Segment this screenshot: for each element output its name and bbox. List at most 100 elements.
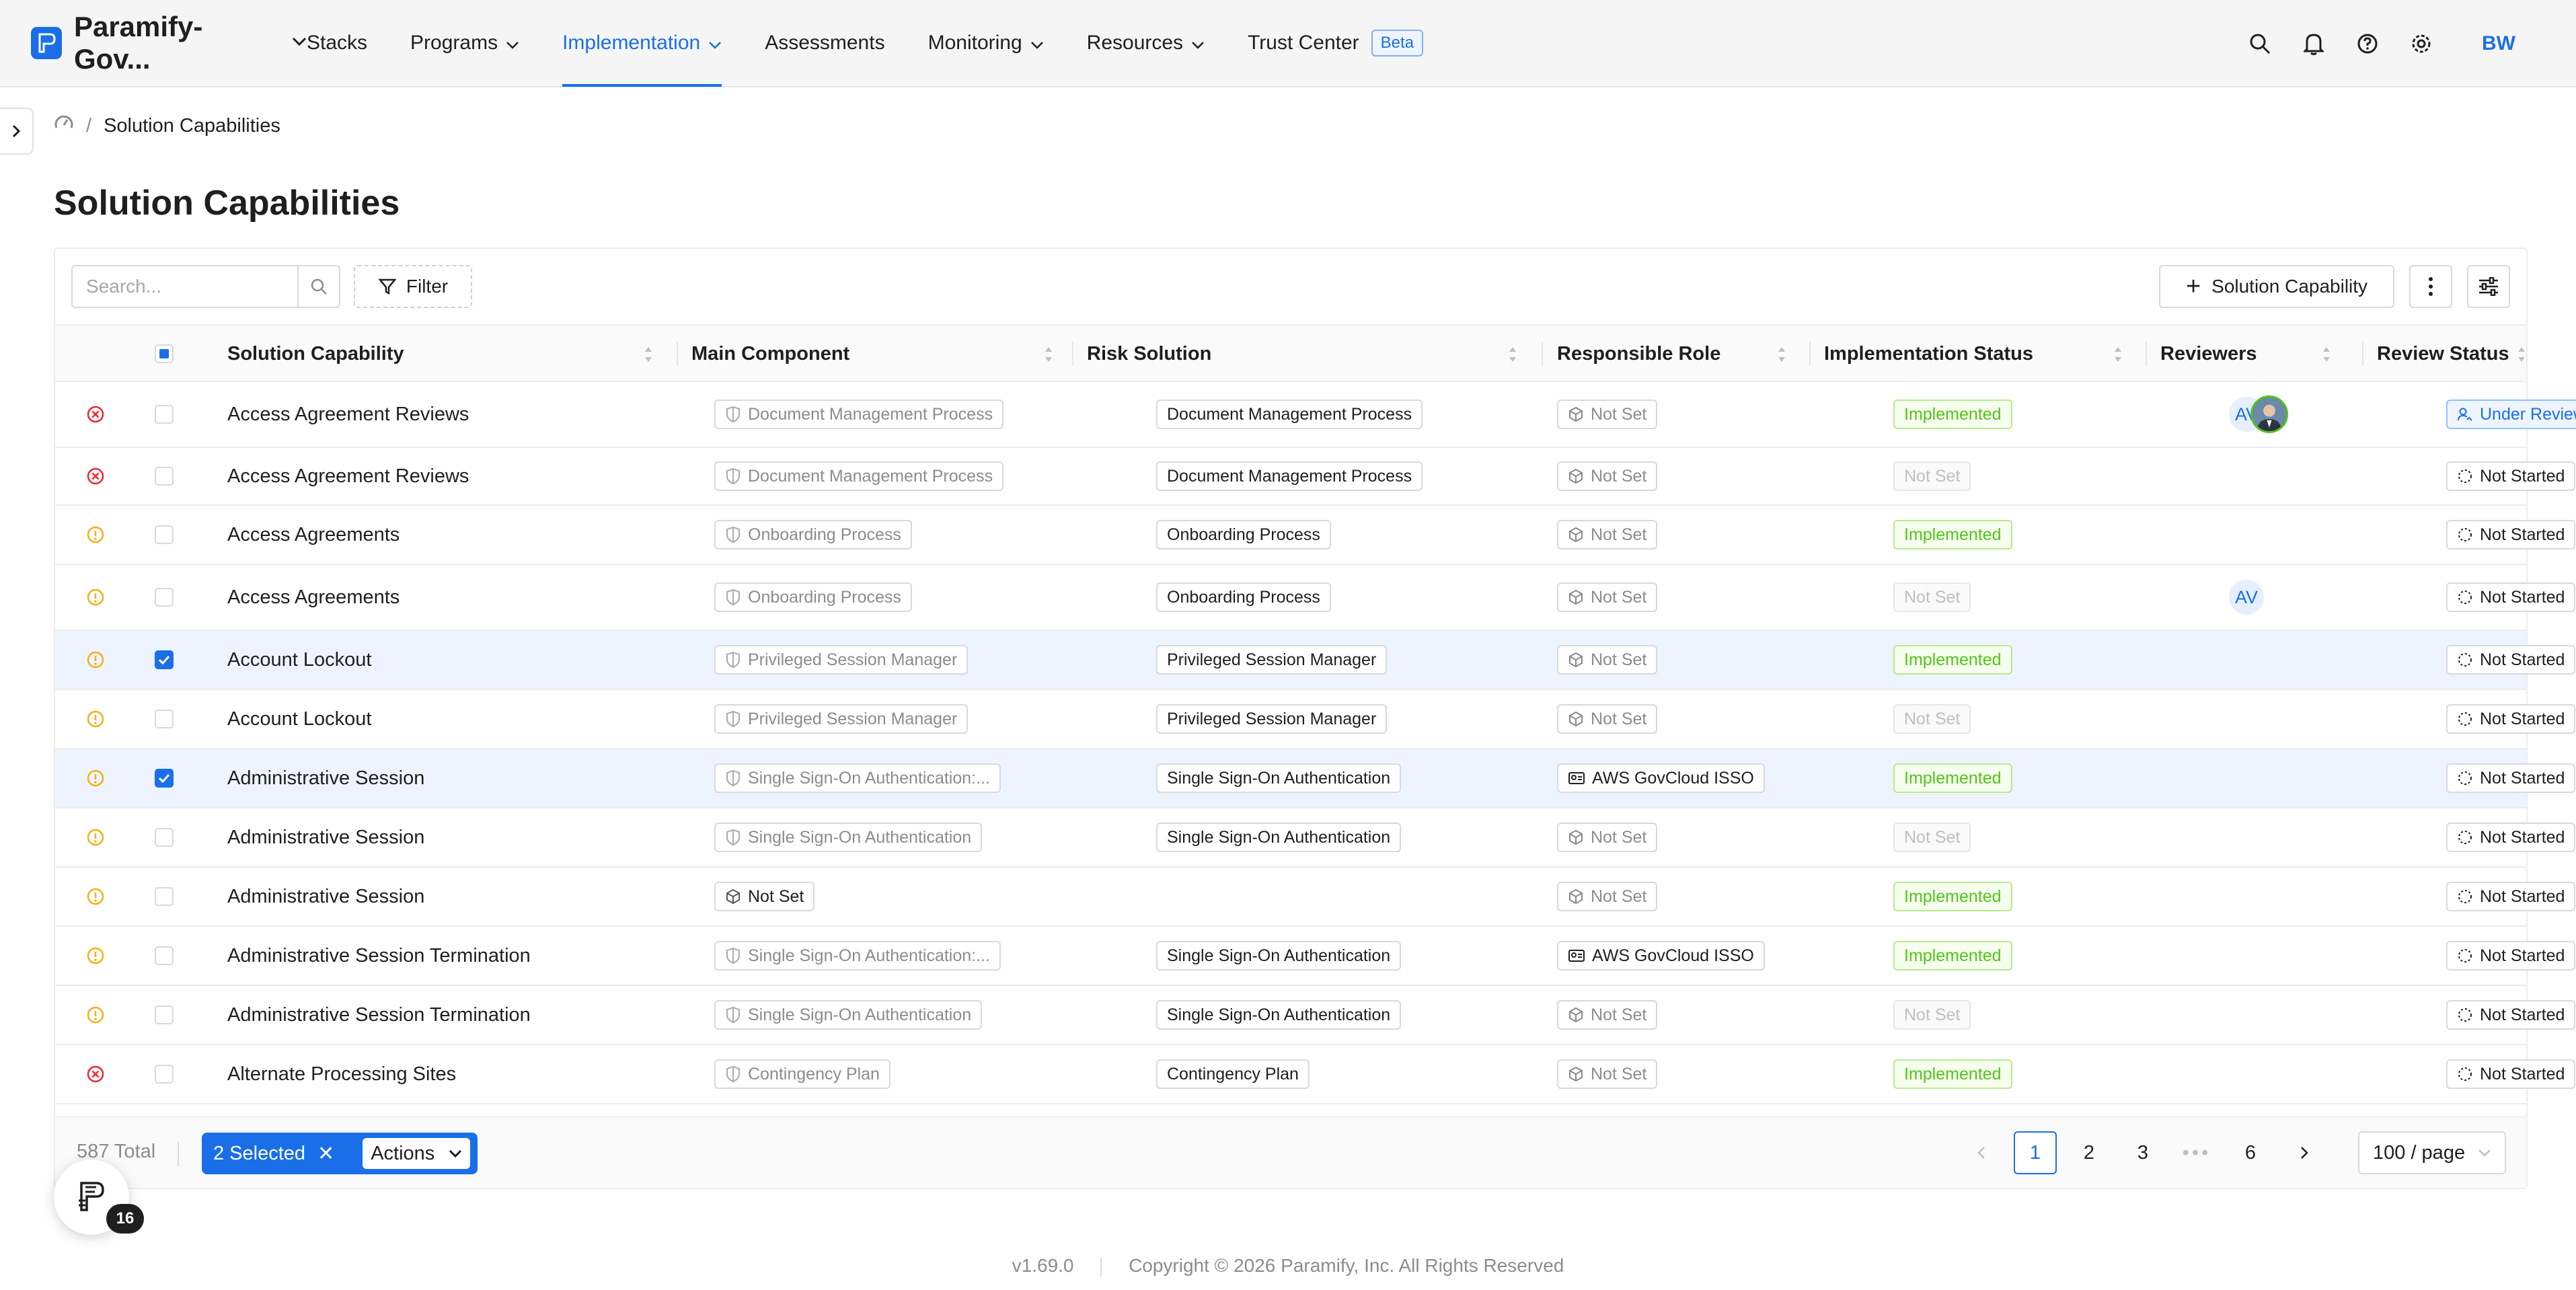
main-component-tag[interactable]: Privileged Session Manager xyxy=(714,645,969,675)
table-row[interactable]: Access Agreements Onboarding Process Onboa… xyxy=(55,506,2576,565)
sort-icon[interactable] xyxy=(2322,346,2331,369)
risk-solution-tag[interactable]: Single Sign-On Authentication xyxy=(1156,1000,1402,1030)
implementation-status-tag[interactable]: Not Set xyxy=(1893,704,1971,734)
table-row[interactable]: Account Lockout Privileged Session Manage… xyxy=(55,631,2576,690)
review-status-tag[interactable]: Not Started xyxy=(2446,582,2576,612)
responsible-role-tag[interactable]: Not Set xyxy=(1557,823,1658,852)
risk-solution-tag[interactable]: Onboarding Process xyxy=(1156,582,1331,612)
capability-name[interactable]: Administrative Session Termination xyxy=(227,986,531,1044)
table-row[interactable]: Administrative Session Termination Single… xyxy=(55,986,2576,1045)
nav-item-resources[interactable]: Resources xyxy=(1087,0,1205,87)
risk-solution-tag[interactable]: Onboarding Process xyxy=(1156,520,1331,549)
capability-name[interactable]: Administrative Session Termination xyxy=(227,927,531,985)
main-component-tag[interactable]: Onboarding Process xyxy=(714,582,912,612)
reviewer-photo-avatar[interactable] xyxy=(2250,395,2288,433)
search-input[interactable] xyxy=(73,268,297,305)
table-row[interactable]: Administrative Session Single Sign-On Aut… xyxy=(55,808,2576,868)
bell-icon[interactable] xyxy=(2300,30,2327,57)
responsible-role-tag[interactable]: Not Set xyxy=(1557,704,1658,734)
nav-item-implementation[interactable]: Implementation xyxy=(562,0,722,87)
sort-icon[interactable] xyxy=(1508,346,1517,369)
risk-solution-tag[interactable]: Single Sign-On Authentication xyxy=(1156,823,1402,852)
main-component-tag[interactable]: Onboarding Process xyxy=(714,520,912,549)
table-row[interactable]: Administrative Session Not Set Not Set Impl… xyxy=(55,868,2576,927)
risk-solution-tag[interactable]: Privileged Session Manager xyxy=(1156,704,1388,734)
capability-name[interactable]: Access Agreement Reviews xyxy=(227,448,469,504)
review-status-tag[interactable]: Under Review xyxy=(2446,400,2576,429)
review-status-tag[interactable]: Not Started xyxy=(2446,461,2576,491)
page-size-select[interactable]: 100 / page xyxy=(2358,1131,2506,1174)
row-checkbox[interactable] xyxy=(155,946,174,965)
column-header-solution-capability[interactable]: Solution Capability xyxy=(227,326,404,382)
risk-solution-tag[interactable]: Privileged Session Manager xyxy=(1156,645,1388,675)
user-avatar[interactable]: BW xyxy=(2482,32,2515,55)
select-all-checkbox[interactable] xyxy=(155,344,174,363)
risk-solution-tag[interactable]: Contingency Plan xyxy=(1156,1059,1310,1089)
implementation-status-tag[interactable]: Implemented xyxy=(1893,941,2012,971)
page-button-1[interactable]: 1 xyxy=(2014,1131,2057,1174)
nav-item-monitoring[interactable]: Monitoring xyxy=(928,0,1044,87)
row-checkbox[interactable] xyxy=(155,588,174,607)
row-checkbox[interactable] xyxy=(155,525,174,544)
capability-name[interactable]: Access Agreements xyxy=(227,565,400,630)
sort-icon[interactable] xyxy=(1777,346,1786,369)
next-page-button[interactable] xyxy=(2283,1131,2326,1174)
table-row[interactable]: Access Agreement Reviews Document Managem… xyxy=(55,448,2576,506)
responsible-role-tag[interactable]: Not Set xyxy=(1557,1059,1658,1089)
implementation-status-tag[interactable]: Not Set xyxy=(1893,1000,1971,1030)
responsible-role-tag[interactable]: Not Set xyxy=(1557,882,1658,911)
column-header-reviewers[interactable]: Reviewers xyxy=(2160,326,2257,382)
row-checkbox[interactable] xyxy=(155,769,174,788)
column-settings-button[interactable] xyxy=(2467,265,2510,308)
sort-icon[interactable] xyxy=(1044,346,1053,369)
review-status-tag[interactable]: Not Started xyxy=(2446,520,2576,549)
capability-name[interactable]: Access Agreement Reviews xyxy=(227,382,469,447)
risk-solution-tag[interactable]: Document Management Process xyxy=(1156,461,1423,491)
implementation-status-tag[interactable]: Not Set xyxy=(1893,582,1971,612)
implementation-status-tag[interactable]: Implemented xyxy=(1893,882,2012,911)
table-row[interactable]: Account Lockout Privileged Session Manage… xyxy=(55,690,2576,749)
implementation-status-tag[interactable]: Implemented xyxy=(1893,400,2012,429)
review-status-tag[interactable]: Not Started xyxy=(2446,941,2576,971)
page-button-6[interactable]: 6 xyxy=(2229,1131,2272,1174)
sort-icon[interactable] xyxy=(644,346,653,369)
capability-name[interactable]: Administrative Session xyxy=(227,808,424,866)
responsible-role-tag[interactable]: Not Set xyxy=(1557,582,1658,612)
implementation-status-tag[interactable]: Implemented xyxy=(1893,1059,2012,1089)
pagination-ellipsis[interactable]: ••• xyxy=(2175,1131,2218,1174)
review-status-tag[interactable]: Not Started xyxy=(2446,882,2576,911)
column-header-implementation-status[interactable]: Implementation Status xyxy=(1824,326,2033,382)
table-row[interactable]: Access Agreement Reviews Document Managem… xyxy=(55,382,2576,448)
nav-item-stacks[interactable]: Stacks xyxy=(307,0,367,87)
sidebar-expand-button[interactable] xyxy=(0,108,34,155)
workspace-switcher[interactable]: Paramify-Gov... xyxy=(31,11,307,75)
row-checkbox[interactable] xyxy=(155,1006,174,1024)
nav-item-programs[interactable]: Programs xyxy=(410,0,519,87)
column-header-risk-solution[interactable]: Risk Solution xyxy=(1087,326,1211,382)
add-solution-capability-button[interactable]: + Solution Capability xyxy=(2159,265,2394,308)
responsible-role-tag[interactable]: Not Set xyxy=(1557,645,1658,675)
main-component-tag[interactable]: Not Set xyxy=(714,882,815,911)
responsible-role-tag[interactable]: Not Set xyxy=(1557,520,1658,549)
main-component-tag[interactable]: Privileged Session Manager xyxy=(714,704,969,734)
capability-name[interactable]: Alternate Processing Sites xyxy=(227,1045,456,1103)
main-component-tag[interactable]: Single Sign-On Authentication:... xyxy=(714,941,1001,971)
review-status-tag[interactable]: Not Started xyxy=(2446,1000,2576,1030)
row-checkbox[interactable] xyxy=(155,405,174,424)
search-icon[interactable] xyxy=(2246,30,2273,57)
capability-name[interactable]: Account Lockout xyxy=(227,690,371,748)
main-component-tag[interactable]: Contingency Plan xyxy=(714,1059,891,1089)
column-header-responsible-role[interactable]: Responsible Role xyxy=(1557,326,1720,382)
table-row[interactable]: Access Agreements Onboarding Process Onboa… xyxy=(55,565,2576,631)
table-row[interactable]: Alternate Processing Sites Contingency Pl… xyxy=(55,1045,2576,1104)
reviewer-avatar[interactable]: AV xyxy=(2228,578,2265,616)
review-status-tag[interactable]: Not Started xyxy=(2446,823,2576,852)
implementation-status-tag[interactable]: Not Set xyxy=(1893,823,1971,852)
review-status-tag[interactable]: Not Started xyxy=(2446,763,2576,793)
main-component-tag[interactable]: Single Sign-On Authentication xyxy=(714,1000,983,1030)
row-checkbox[interactable] xyxy=(155,887,174,906)
responsible-role-tag[interactable]: AWS GovCloud ISSO xyxy=(1557,763,1765,793)
sort-icon[interactable] xyxy=(2113,346,2123,369)
page-button-2[interactable]: 2 xyxy=(2068,1131,2111,1174)
main-component-tag[interactable]: Single Sign-On Authentication:... xyxy=(714,763,1001,793)
